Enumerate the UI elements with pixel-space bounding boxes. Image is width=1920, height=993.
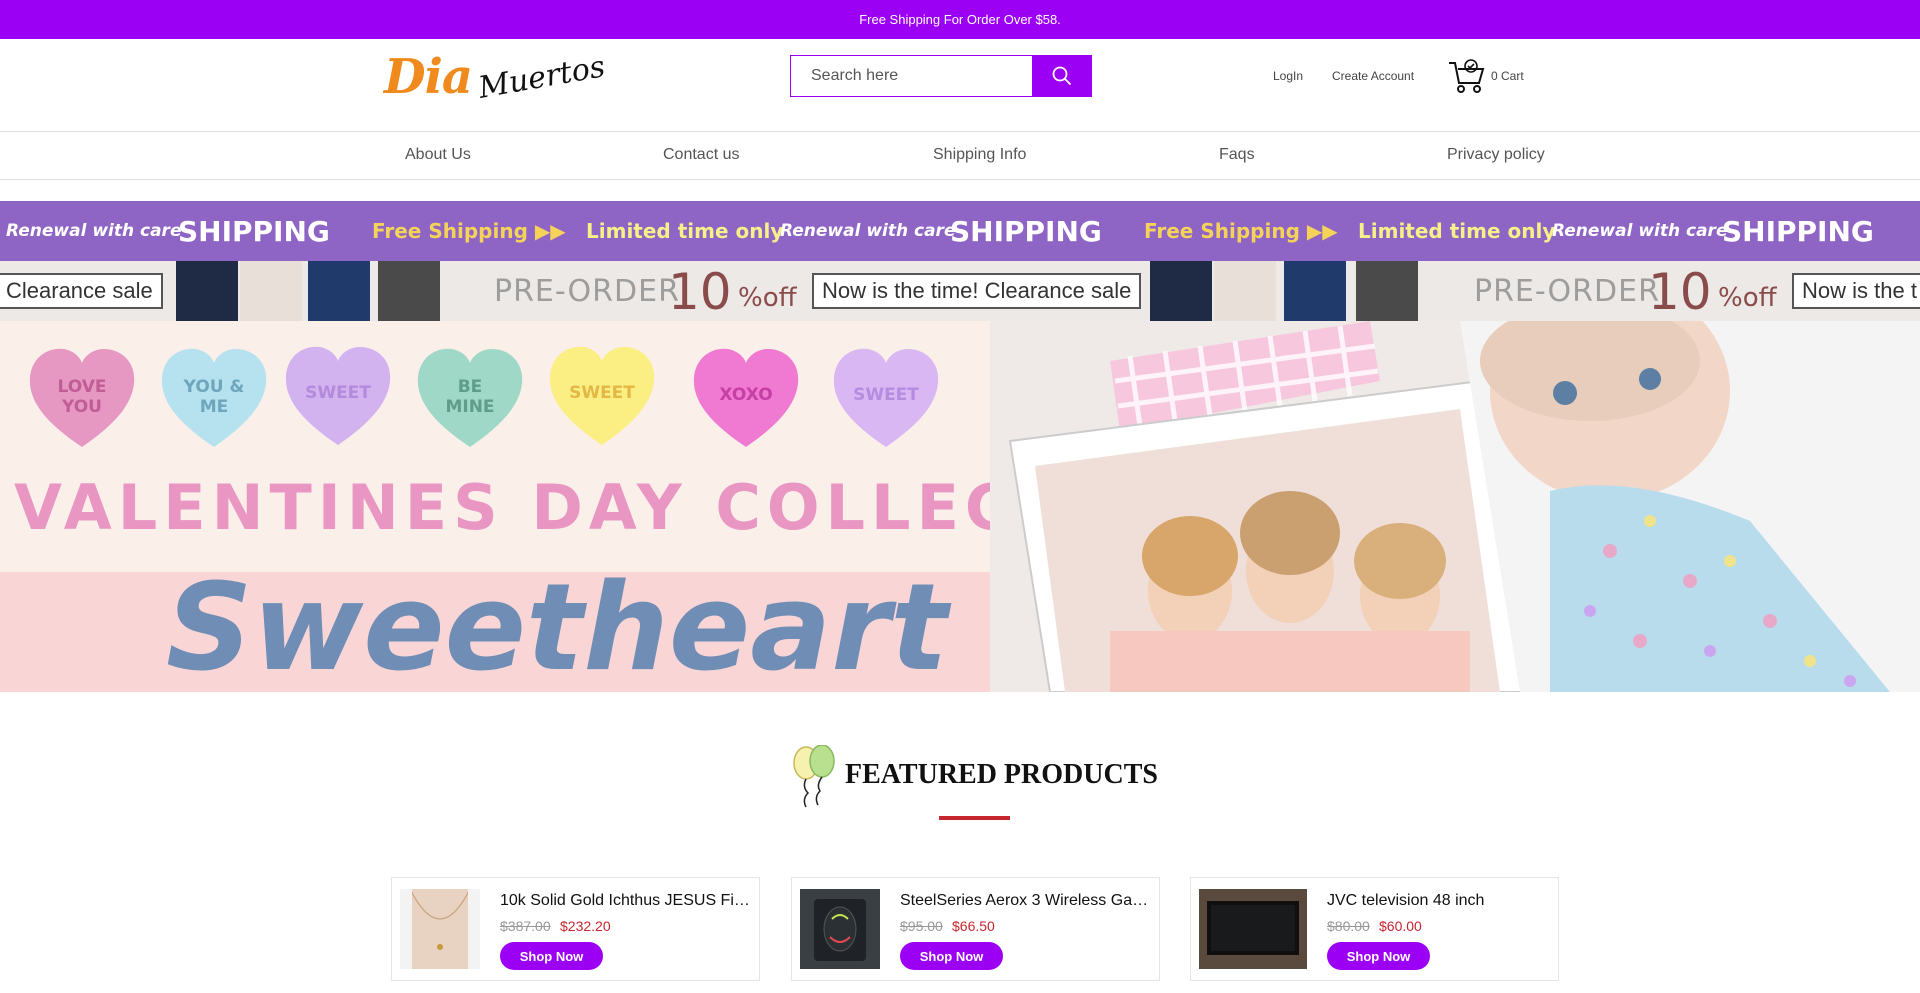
featured-underline <box>939 816 1010 820</box>
shop-now-button[interactable]: Shop Now <box>900 942 1003 970</box>
sale-percent: 10 <box>1648 263 1712 321</box>
promo-renewal: Renewal with care <box>1552 221 1728 241</box>
product-card[interactable]: SteelSeries Aerox 3 Wireless Ga… $95.00 … <box>791 877 1160 981</box>
promo-shipping: SHIPPING <box>950 214 1102 248</box>
product-image <box>400 889 480 969</box>
product-name[interactable]: SteelSeries Aerox 3 Wireless Ga… <box>900 892 1152 910</box>
hero-script: Sweetheart <box>166 559 948 692</box>
sale-off: %off <box>738 283 797 313</box>
cart-count: 0 Cart <box>1491 69 1524 83</box>
sale-percent: 10 <box>668 263 732 321</box>
product-new-price: $66.50 <box>952 918 995 934</box>
product-card[interactable]: JVC television 48 inch $80.00 $60.00 Sho… <box>1190 877 1559 981</box>
product-name[interactable]: 10k Solid Gold Ichthus JESUS Fi… <box>500 892 752 910</box>
candy-heart: SWEET <box>282 341 394 449</box>
sale-now: Now is the t <box>1792 273 1920 309</box>
product-old-price: $95.00 <box>900 918 943 934</box>
hero-photo-area <box>990 321 1920 692</box>
logo-muertos: Muertos <box>475 48 608 106</box>
product-thumb-jacket <box>308 261 370 321</box>
nav-faqs[interactable]: Faqs <box>1219 146 1255 164</box>
sale-now: Now is the time! Clearance sale <box>812 273 1142 309</box>
candy-heart-text: BE MINE <box>445 377 495 417</box>
main-nav: About Us Contact us Shipping Info Faqs P… <box>0 131 1920 180</box>
candy-heart-text: LOVE YOU <box>57 377 107 417</box>
candy-heart-text: SWEET <box>305 383 371 403</box>
product-thumb-jacket <box>1284 261 1346 321</box>
product-new-price: $232.20 <box>560 918 611 934</box>
search-form <box>790 55 1092 97</box>
product-thumb-jacket <box>1150 261 1212 321</box>
candy-heart-text: XOXO <box>719 385 773 405</box>
login-link[interactable]: LogIn <box>1273 69 1303 83</box>
site-header: Dia Muertos LogIn Create Account 0 Cart <box>0 39 1920 131</box>
shop-now-button[interactable]: Shop Now <box>1327 942 1430 970</box>
sale-off: %off <box>1718 283 1777 313</box>
nav-contact-us[interactable]: Contact us <box>663 146 739 164</box>
product-thumb-jacket <box>176 261 238 321</box>
create-account-link[interactable]: Create Account <box>1332 69 1414 83</box>
product-old-price: $80.00 <box>1327 918 1370 934</box>
promo-marquee: Renewal with care SHIPPING Free Shipping… <box>0 201 1920 261</box>
site-logo[interactable]: Dia Muertos <box>384 47 608 107</box>
product-image <box>1199 889 1307 969</box>
product-name[interactable]: JVC television 48 inch <box>1327 892 1551 910</box>
nav-about-us[interactable]: About Us <box>405 146 471 164</box>
product-image <box>800 889 880 969</box>
product-card[interactable]: 10k Solid Gold Ichthus JESUS Fi… $387.00… <box>391 877 760 981</box>
candy-heart-text: SWEET <box>853 385 919 405</box>
promo-limited: Limited time only <box>1358 219 1556 243</box>
announcement-bar: Free Shipping For Order Over $58. <box>0 0 1920 39</box>
product-thumb-blazer <box>378 261 440 321</box>
nav-shipping-info[interactable]: Shipping Info <box>933 146 1026 164</box>
promo-limited: Limited time only <box>586 219 784 243</box>
candy-heart-text: SWEET <box>569 383 635 403</box>
featured-title: FEATURED PRODUCTS <box>845 759 1158 790</box>
promo-renewal: Renewal with care <box>6 221 182 241</box>
sale-preorder: PRE-ORDER <box>494 274 680 309</box>
candy-heart: BE MINE <box>414 343 526 451</box>
logo-dia: Dia <box>384 49 473 105</box>
search-button[interactable] <box>1032 55 1092 97</box>
cart-icon <box>1449 59 1485 93</box>
candy-heart: SWEET <box>830 343 942 451</box>
shop-now-button[interactable]: Shop Now <box>500 942 603 970</box>
search-input[interactable] <box>790 55 1032 97</box>
candy-heart: SWEET <box>546 341 658 449</box>
promo-shipping: SHIPPING <box>1722 214 1874 248</box>
product-thumb-coat <box>1214 261 1276 321</box>
balloon-icon <box>793 745 835 808</box>
candy-heart-text: YOU & ME <box>183 377 245 417</box>
promo-shipping: SHIPPING <box>178 214 330 248</box>
product-old-price: $387.00 <box>500 918 551 934</box>
hero-photo <box>990 321 1920 692</box>
product-thumb-blazer <box>1356 261 1418 321</box>
product-thumb-coat <box>240 261 302 321</box>
featured-heading: FEATURED PRODUCTS <box>0 745 1920 808</box>
cart-link[interactable]: 0 Cart <box>1447 57 1524 95</box>
promo-free-shipping: Free Shipping ▶▶ <box>372 219 566 243</box>
announcement-text: Free Shipping For Order Over $58. <box>859 12 1061 27</box>
sale-preorder: PRE-ORDER <box>1474 274 1660 309</box>
sale-marquee: Clearance sale PRE-ORDER 10 %off Now is … <box>0 261 1920 321</box>
sale-clearance: Clearance sale <box>0 273 163 309</box>
promo-free-shipping: Free Shipping ▶▶ <box>1144 219 1338 243</box>
search-icon <box>1052 66 1072 86</box>
product-new-price: $60.00 <box>1379 918 1422 934</box>
nav-privacy-policy[interactable]: Privacy policy <box>1447 146 1545 164</box>
candy-heart: YOU & ME <box>158 343 270 451</box>
candy-heart: LOVE YOU <box>26 343 138 451</box>
candy-heart: XOXO <box>690 343 802 451</box>
hero-banner[interactable]: LOVE YOU YOU & ME SWEET BE MINE SWEET XOXO SWE… <box>0 321 1920 692</box>
promo-renewal: Renewal with care <box>780 221 956 241</box>
